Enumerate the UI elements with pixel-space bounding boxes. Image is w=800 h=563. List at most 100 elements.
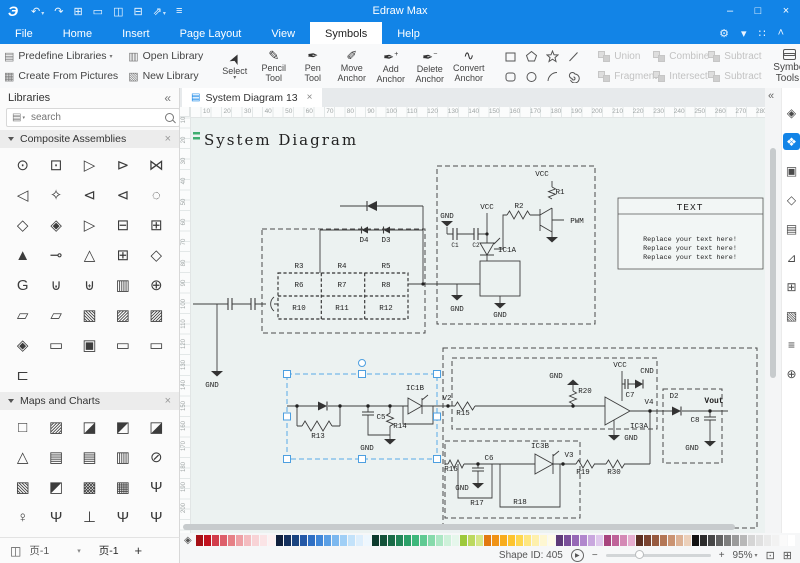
color-swatch[interactable] bbox=[652, 535, 659, 546]
delete-anchor-button[interactable]: ✒−DeleteAnchor bbox=[410, 45, 449, 87]
zoom-level[interactable]: 95% bbox=[733, 550, 753, 561]
library-symbol[interactable]: ⊎ bbox=[73, 270, 106, 300]
library-symbol[interactable]: ▲ bbox=[6, 240, 39, 270]
search-input[interactable] bbox=[29, 111, 165, 124]
menu-tab-home[interactable]: Home bbox=[48, 22, 107, 44]
ellipse-shape-button[interactable] bbox=[525, 70, 538, 83]
color-swatch[interactable] bbox=[196, 535, 203, 546]
menu-tab-page-layout[interactable]: Page Layout bbox=[165, 22, 257, 44]
color-swatch[interactable] bbox=[532, 535, 539, 546]
library-symbol[interactable]: Ψ bbox=[140, 502, 173, 532]
library-symbol[interactable]: ▱ bbox=[39, 300, 72, 330]
color-swatch[interactable] bbox=[524, 535, 531, 546]
library-symbol[interactable]: ▱ bbox=[6, 300, 39, 330]
library-symbol[interactable]: ⊏ bbox=[6, 360, 39, 390]
color-swatch[interactable] bbox=[500, 535, 507, 546]
library-symbol[interactable]: ▣ bbox=[73, 330, 106, 360]
color-swatch[interactable] bbox=[276, 535, 283, 546]
library-symbol[interactable]: △ bbox=[6, 442, 39, 472]
color-swatch[interactable] bbox=[700, 535, 707, 546]
layers-panel-icon[interactable]: ◇ bbox=[783, 191, 800, 208]
combine-button[interactable]: Combine bbox=[653, 51, 708, 62]
color-swatch[interactable] bbox=[748, 535, 755, 546]
library-symbol[interactable]: ✧ bbox=[39, 180, 72, 210]
color-swatch[interactable] bbox=[420, 535, 427, 546]
new-document-button[interactable]: ⊞ bbox=[73, 5, 82, 18]
color-swatch[interactable] bbox=[620, 535, 627, 546]
color-swatch[interactable] bbox=[220, 535, 227, 546]
maximize-button[interactable]: □ bbox=[744, 5, 772, 17]
library-symbol[interactable]: G bbox=[6, 270, 39, 300]
library-symbol[interactable]: ▨ bbox=[39, 412, 72, 442]
color-swatch[interactable] bbox=[260, 535, 267, 546]
symbol-library-panel-icon[interactable]: ❖ bbox=[783, 133, 800, 150]
color-swatch[interactable] bbox=[556, 535, 563, 546]
color-swatch[interactable] bbox=[708, 535, 715, 546]
color-swatch[interactable] bbox=[644, 535, 651, 546]
library-symbol[interactable]: ▷ bbox=[73, 150, 106, 180]
circuit-diagram[interactable]: System DiagramGNDD4D3R3R4R5R6R7R8R10R11R… bbox=[190, 117, 765, 531]
library-symbol[interactable]: ◇ bbox=[140, 240, 173, 270]
library-symbol[interactable]: ▤ bbox=[39, 442, 72, 472]
color-swatch[interactable] bbox=[588, 535, 595, 546]
color-swatch[interactable] bbox=[692, 535, 699, 546]
color-swatch[interactable] bbox=[484, 535, 491, 546]
export-button[interactable]: ⇗▾ bbox=[153, 5, 166, 18]
library-symbol[interactable]: ⊞ bbox=[140, 210, 173, 240]
section-collapse-icon[interactable] bbox=[8, 137, 14, 141]
library-symbol[interactable]: ⊥ bbox=[73, 502, 106, 532]
color-swatch[interactable] bbox=[540, 535, 547, 546]
library-symbol[interactable]: ▧ bbox=[6, 472, 39, 502]
save-button[interactable]: ◫ bbox=[113, 5, 123, 18]
color-swatch[interactable] bbox=[252, 535, 259, 546]
library-symbol[interactable]: ▥ bbox=[106, 442, 139, 472]
color-swatch[interactable] bbox=[452, 535, 459, 546]
table-panel-icon[interactable]: ⊞ bbox=[783, 278, 800, 295]
library-symbol[interactable]: ⊳ bbox=[106, 150, 139, 180]
section-collapse-icon[interactable] bbox=[8, 399, 14, 403]
color-swatch[interactable] bbox=[756, 535, 763, 546]
options-gear[interactable]: ⚙ bbox=[719, 27, 729, 40]
picture-panel-icon[interactable]: ▣ bbox=[783, 162, 800, 179]
subtract-2-button[interactable]: Subtract bbox=[708, 71, 763, 82]
line-shape-button[interactable] bbox=[567, 50, 580, 63]
rotation-handle[interactable] bbox=[359, 360, 366, 367]
color-swatch[interactable] bbox=[204, 535, 211, 546]
library-symbol[interactable]: ▩ bbox=[73, 472, 106, 502]
zoom-slider-knob[interactable] bbox=[635, 550, 644, 559]
menu-tab-symbols[interactable]: Symbols bbox=[310, 22, 382, 44]
rounded-rectangle-shape-button[interactable] bbox=[504, 70, 517, 83]
library-symbol[interactable]: ▧ bbox=[73, 300, 106, 330]
intersect-button[interactable]: Intersect bbox=[653, 71, 708, 82]
library-symbol[interactable]: ▤ bbox=[73, 442, 106, 472]
color-swatch[interactable] bbox=[676, 535, 683, 546]
color-swatch[interactable] bbox=[580, 535, 587, 546]
library-symbol[interactable]: ◩ bbox=[106, 412, 139, 442]
color-swatch[interactable] bbox=[636, 535, 643, 546]
color-swatch[interactable] bbox=[236, 535, 243, 546]
add-page-button[interactable]: + bbox=[135, 543, 143, 558]
color-swatch[interactable] bbox=[300, 535, 307, 546]
color-swatch[interactable] bbox=[412, 535, 419, 546]
library-symbol[interactable]: ◇ bbox=[6, 210, 39, 240]
library-symbol[interactable]: ⊘ bbox=[140, 442, 173, 472]
arc-shape-button[interactable] bbox=[546, 70, 559, 83]
panel-grid[interactable]: ∷ bbox=[759, 27, 766, 40]
spiral-shape-button[interactable] bbox=[567, 70, 580, 83]
zoom-in-button[interactable]: + bbox=[719, 550, 725, 561]
search-icon[interactable] bbox=[165, 113, 174, 122]
color-swatch[interactable] bbox=[244, 535, 251, 546]
horizontal-scrollbar[interactable] bbox=[183, 524, 735, 530]
color-swatch[interactable] bbox=[380, 535, 387, 546]
color-swatch[interactable] bbox=[284, 535, 291, 546]
section-header-0[interactable]: Composite Assemblies× bbox=[0, 130, 179, 148]
fit-page-icon[interactable]: ⊞ bbox=[783, 549, 792, 562]
color-swatch[interactable] bbox=[396, 535, 403, 546]
close-button[interactable]: × bbox=[772, 5, 800, 17]
color-swatch[interactable] bbox=[740, 535, 747, 546]
color-swatch[interactable] bbox=[468, 535, 475, 546]
expand-panel-icon[interactable]: ⊕ bbox=[783, 365, 800, 382]
library-symbol[interactable]: ▭ bbox=[39, 330, 72, 360]
color-swatch[interactable] bbox=[372, 535, 379, 546]
library-symbol[interactable]: ▦ bbox=[106, 472, 139, 502]
